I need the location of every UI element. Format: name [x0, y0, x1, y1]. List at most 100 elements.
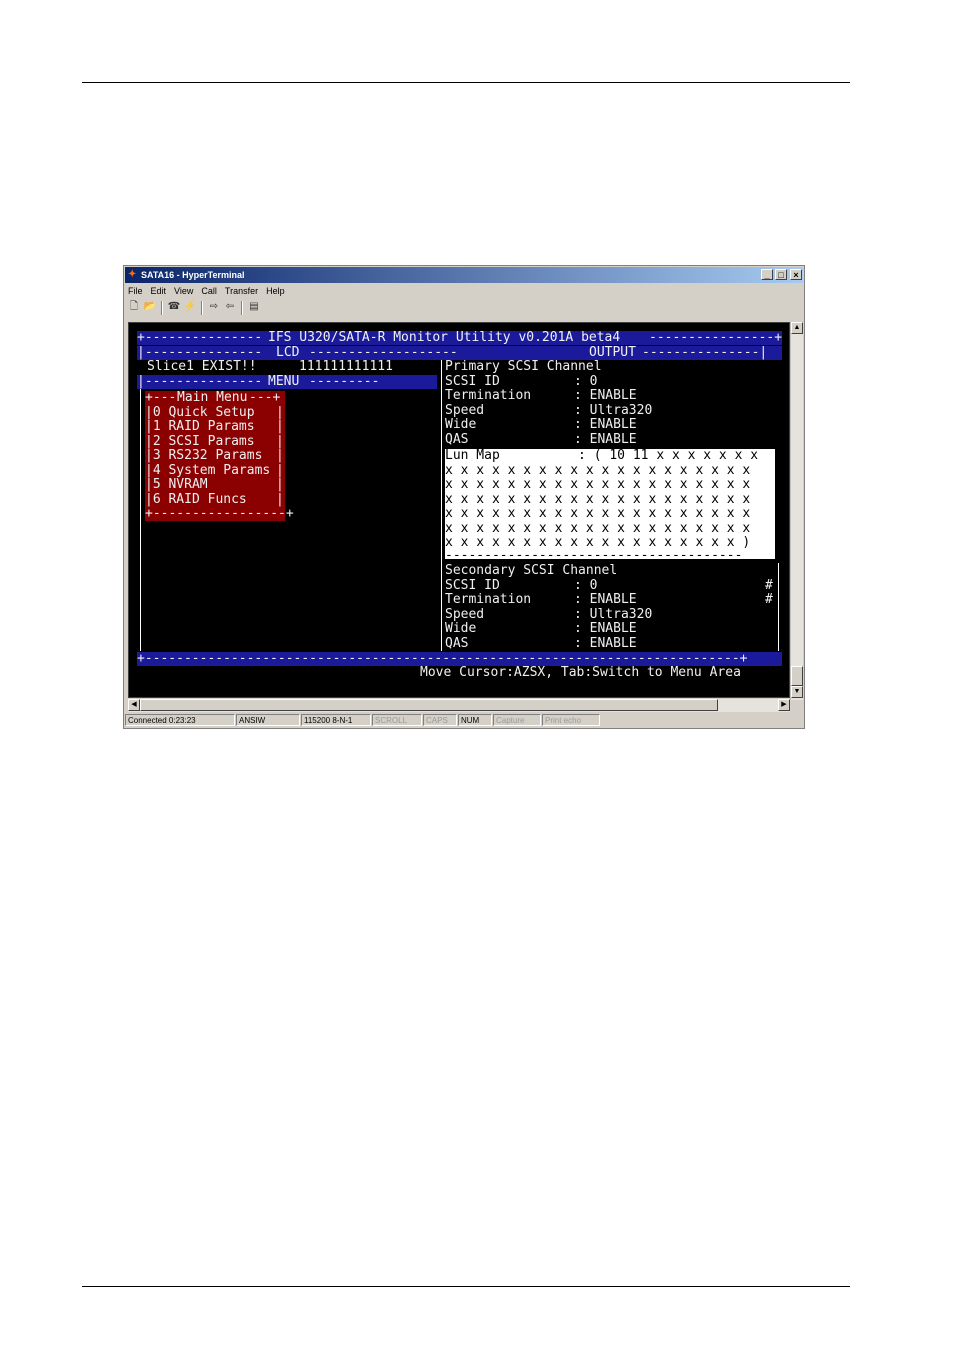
- menu-dashes: |---------------: [137, 374, 263, 389]
- minimize-button[interactable]: _: [761, 269, 773, 280]
- primary-title: Primary SCSI Channel: [445, 359, 602, 374]
- secondary-key-termination: Termination: [445, 592, 532, 607]
- primary-key-qas: QAS: [445, 432, 469, 445]
- menu-item-system-params[interactable]: |4 System Params: [145, 463, 270, 479]
- primary-val-qas: : ENABLE: [574, 432, 637, 445]
- disconnect-icon[interactable]: ⚡: [183, 300, 197, 314]
- horizontal-scroll-thumb[interactable]: [140, 699, 718, 711]
- primary-key-speed: Speed: [445, 402, 485, 418]
- send-icon[interactable]: ⇨: [207, 300, 221, 314]
- main-menu-border-right: | | | | | | |: [276, 404, 284, 507]
- menu-item-nvram[interactable]: |5 NVRAM: [145, 477, 208, 493]
- scroll-left-button[interactable]: ◀: [128, 699, 140, 711]
- phone-icon[interactable]: ☎: [167, 300, 181, 314]
- window-title: SATA16 - HyperTerminal: [141, 270, 245, 280]
- menu-dashes-2: ---------: [309, 374, 380, 389]
- status-print-echo: Print echo: [542, 714, 600, 726]
- menu-label: MENU: [268, 374, 300, 389]
- status-capture: Capture: [493, 714, 541, 726]
- lun-map-line: x x x x x x x x x x x x x x x x x x x x: [445, 520, 751, 536]
- properties-icon[interactable]: ▤: [247, 300, 261, 314]
- scroll-up-button[interactable]: ▲: [791, 322, 803, 334]
- menu-item-scsi-params[interactable]: |2 SCSI Params: [145, 434, 255, 450]
- toolbar-divider: [161, 301, 163, 315]
- vertical-scroll-thumb[interactable]: [791, 666, 803, 686]
- lun-map-line: x x x x x x x x x x x x x x x x x x x x: [445, 491, 751, 507]
- status-bar: Connected 0:23:23 ANSIW 115200 8-N-1 SCR…: [125, 714, 803, 727]
- bottom-rule: [82, 1286, 850, 1287]
- lun-map-selection[interactable]: Lun Map : ( 10 11 x x x x x x x x x x x …: [445, 448, 775, 563]
- main-menu-border-top: +---: [145, 390, 177, 405]
- close-button[interactable]: ×: [790, 269, 802, 280]
- secondary-key-scsi-id: SCSI ID: [445, 577, 500, 593]
- top-rule: [82, 82, 850, 83]
- toolbar-divider: [241, 301, 243, 315]
- secondary-val-wide: : ENABLE: [574, 621, 637, 636]
- lcd-label: LCD: [276, 345, 300, 360]
- scroll-down-button[interactable]: ▼: [791, 686, 803, 698]
- header-dashes-right: ----------------+: [649, 330, 783, 345]
- menu-item-rs232-params[interactable]: |3 RS232 Params: [145, 448, 262, 464]
- middle-border: [441, 360, 442, 651]
- menu-item-raid-funcs[interactable]: |6 RAID Funcs: [145, 492, 247, 508]
- menu-item-raid-params[interactable]: |1 RAID Params: [145, 419, 255, 435]
- status-scroll: SCROLL: [372, 714, 422, 726]
- scroll-marker: # #: [765, 577, 773, 607]
- secondary-val-termination: : ENABLE: [574, 592, 637, 607]
- left-border: [140, 389, 141, 651]
- app-icon: ✦: [128, 269, 137, 280]
- menu-item-quick-setup[interactable]: |0 Quick Setup: [145, 405, 255, 421]
- menu-edit[interactable]: Edit: [151, 286, 167, 296]
- secondary-key-speed: Speed: [445, 606, 485, 622]
- status-connected: Connected 0:23:23: [125, 714, 235, 726]
- lun-map-line: x x x x x x x x x x x x x x x x x x x x: [445, 477, 751, 492]
- secondary-title: Secondary SCSI Channel: [445, 563, 618, 578]
- main-menu-box: +--- Main Menu ---+ |0 Quick Setup |1 RA…: [145, 390, 294, 521]
- scroll-right-button[interactable]: ▶: [778, 699, 790, 711]
- hyperterminal-window: ✦ SATA16 - HyperTerminal _ □ × File Edit V…: [123, 265, 805, 729]
- menu-file[interactable]: File: [128, 286, 143, 296]
- status-emulation: ANSIW: [236, 714, 300, 726]
- lun-map-divider: --------------------------------------: [445, 548, 743, 563]
- lcd-text: Slice1 EXIST!!: [147, 359, 257, 374]
- main-menu-title: Main Menu: [177, 390, 248, 405]
- lun-map-line: x x x x x x x x x x x x x x x x x x x x: [445, 506, 751, 521]
- status-settings: 115200 8-N-1: [301, 714, 371, 726]
- secondary-key-wide: Wide: [445, 621, 477, 636]
- lun-map-line: Lun Map : ( 10 11 x x x x x x x: [445, 448, 759, 463]
- terminal-screen: +--------------- IFS U320/SATA-R Monitor…: [137, 330, 783, 680]
- header-title: IFS U320/SATA-R Monitor Utility v0.201A …: [268, 330, 621, 345]
- new-icon[interactable]: 🗋: [127, 300, 141, 314]
- menu-call[interactable]: Call: [201, 286, 217, 296]
- primary-val-termination: : ENABLE: [574, 388, 637, 403]
- primary-key-termination: Termination: [445, 388, 532, 403]
- right-border: [778, 563, 779, 651]
- status-caps: CAPS: [423, 714, 457, 726]
- secondary-key-qas: QAS: [445, 635, 469, 651]
- primary-key-wide: Wide: [445, 417, 477, 432]
- menu-view[interactable]: View: [174, 286, 193, 296]
- receive-icon[interactable]: ⇦: [223, 300, 237, 314]
- secondary-val-scsi-id: : 0: [574, 577, 598, 593]
- toolbar-divider: [201, 301, 203, 315]
- primary-val-scsi-id: : 0: [574, 373, 598, 389]
- horizontal-scrollbar[interactable]: ◀ ▶: [128, 699, 790, 712]
- title-bar[interactable]: ✦ SATA16 - HyperTerminal _ □ ×: [125, 267, 803, 283]
- primary-val-speed: : Ultra320: [574, 402, 653, 418]
- status-num: NUM: [458, 714, 492, 726]
- header-dashes-left: +---------------: [137, 330, 263, 345]
- terminal-area[interactable]: +--------------- IFS U320/SATA-R Monitor…: [128, 322, 790, 698]
- open-icon[interactable]: 📂: [143, 300, 157, 314]
- maximize-button[interactable]: □: [775, 269, 787, 280]
- menu-help[interactable]: Help: [266, 286, 285, 296]
- secondary-val-qas: : ENABLE: [574, 635, 637, 651]
- secondary-val-speed: : Ultra320: [574, 606, 653, 622]
- lun-map-line: x x x x x x x x x x x x x x x x x x x x: [445, 462, 751, 478]
- lcd-bits: 111111111111: [299, 359, 393, 374]
- main-menu-border-bottom: +-----------------+: [145, 506, 294, 521]
- primary-val-wide: : ENABLE: [574, 417, 637, 432]
- vertical-scrollbar[interactable]: ▲ ▼: [790, 322, 803, 700]
- menu-bar: File Edit View Call Transfer Help: [127, 284, 292, 298]
- help-text: Move Cursor:AZSX, Tab:Switch to Menu Are…: [420, 665, 741, 680]
- menu-transfer[interactable]: Transfer: [225, 286, 258, 296]
